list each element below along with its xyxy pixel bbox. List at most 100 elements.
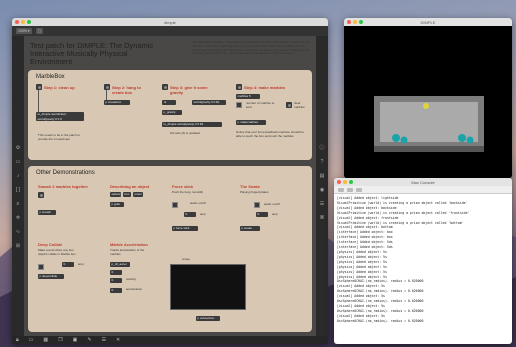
velocity-label: velocity (126, 277, 137, 281)
todimple-gravity-object[interactable]: to_dimple world/gravity 0 0 $1 (162, 122, 222, 127)
describe-title: Describing an object (110, 184, 150, 189)
marble (392, 134, 400, 142)
patcher-window: dimple 100% ▾ ▢ ⚙ ▭ ♪ [ ] ≡ ✲ ∿ ⊞ ⓘ ? ▤ … (12, 18, 328, 344)
force-stick-object[interactable]: p force stick (172, 226, 198, 231)
left-sidebar: ⚙ ▭ ♪ [ ] ≡ ✲ ∿ ⊞ (12, 36, 24, 336)
snowflake-icon[interactable]: ✲ (16, 216, 21, 221)
clear-console-button[interactable] (338, 187, 344, 192)
delete-icon[interactable]: ✕ (116, 336, 120, 344)
viewer-titlebar: DIMPLE (344, 18, 512, 26)
viewer-window: DIMPLE (344, 18, 512, 178)
bracket-icon[interactable]: [ ] (16, 188, 21, 193)
step2-label: Step 2: hang to create box (112, 85, 141, 95)
snake-object[interactable]: p snake (240, 226, 260, 231)
collide-amp-label: amp (78, 262, 84, 266)
format-icon[interactable]: ⌘ (320, 216, 325, 221)
snake-amp-number[interactable]: 0. (256, 212, 268, 217)
smash-object[interactable]: p smash (38, 210, 56, 215)
snake-audio-label: audio on/off (264, 202, 280, 206)
physics-scene[interactable] (344, 26, 512, 178)
grid-icon[interactable]: ⊞ (16, 244, 21, 249)
console-window: Max Console [visual] Added object: light… (334, 178, 512, 344)
console-log: [visual] Added object: lightside VisualPr… (334, 194, 512, 326)
marble (458, 134, 466, 142)
gravity-message[interactable]: world/gravity 0 0 $1 (192, 100, 226, 105)
describe-sub-object[interactable]: p grab (110, 202, 124, 207)
grid-icon[interactable]: ▦ (43, 336, 48, 344)
viewer-window-title: DIMPLE (420, 19, 436, 25)
step2-bang[interactable] (104, 84, 110, 90)
subsection-object[interactable]: p subsection (196, 316, 220, 321)
clear-marbles-bang[interactable] (286, 102, 292, 108)
snake-note: Playing hinged plates (240, 190, 269, 194)
lock-icon[interactable]: 🔒︎ (16, 336, 19, 344)
accel-ctl-object[interactable]: p_ctl_accel (110, 262, 130, 267)
feedback-note: Notice that your force-feedback interfac… (236, 130, 304, 138)
step4-bang[interactable] (236, 84, 242, 90)
other-demos-heading: Other Demonstrations (36, 170, 95, 176)
acceleration-scope (170, 264, 246, 310)
force-audio-label: audio on/off (190, 201, 206, 205)
presentation-icon[interactable]: ▭ (29, 336, 34, 344)
scope-label: scope (182, 257, 191, 261)
patcher-canvas[interactable]: Test patch for DIMPLE: The Dynamic Inter… (24, 36, 316, 336)
smash-bang[interactable] (38, 192, 44, 198)
console-line: OscSphereOCHAI.(no_radius). radius = 0.0… (337, 318, 424, 323)
step3-label: Step 3: give it some gravity (170, 85, 208, 95)
accel-value-2[interactable]: 0. (110, 278, 122, 283)
wave-icon[interactable]: ∿ (16, 230, 21, 235)
force-amp-number[interactable]: 0. (184, 212, 196, 217)
help-icon[interactable]: ? (320, 160, 325, 165)
patch-info: Jun 2014 Brad Bolliger - Translated from… (192, 40, 310, 56)
zoom-select[interactable]: 100% ▾ (16, 28, 32, 34)
force-note: Push the busy monolith (172, 190, 204, 194)
marbles-message[interactable]: marbles 5 (236, 94, 260, 99)
accel-value-3[interactable]: 0. (110, 288, 122, 293)
image-icon[interactable]: ▣ (73, 336, 78, 344)
force-audio-toggle[interactable] (172, 202, 178, 208)
describe-box[interactable]: box (123, 192, 131, 197)
options-button[interactable] (356, 187, 362, 192)
console-window-title: Max Console (411, 179, 435, 185)
right-sidebar: ⓘ ? ▤ ◉ ☰ ⌘ (316, 36, 328, 336)
info-icon[interactable]: ⓘ (320, 146, 325, 151)
marblebox-heading: MarbleBox (36, 74, 65, 80)
filter-button[interactable] (347, 187, 353, 192)
step1-label: Step 1: clean up (44, 85, 75, 90)
snake-audio-toggle[interactable] (254, 202, 260, 208)
camera-icon[interactable]: ◉ (320, 188, 325, 193)
list-icon[interactable]: ☰ (102, 336, 106, 344)
deepcollide-object[interactable]: p deepcollide (38, 274, 64, 279)
step1-bang[interactable] (36, 84, 42, 90)
music-icon[interactable]: ♪ (16, 174, 21, 179)
list-icon[interactable]: ☰ (320, 202, 325, 207)
accel-title: Marble Acceleration (110, 242, 148, 247)
gravity-note: 3rd axis (Z) is updated (170, 131, 200, 135)
clear-object[interactable]: to_dimple world/clear; world/gravity 0 0… (36, 112, 84, 121)
gravity-select-object[interactable]: p_gravity (162, 110, 182, 115)
marbles-toggle[interactable] (236, 102, 242, 108)
gear-icon[interactable]: ⚙ (16, 146, 21, 151)
inspector-icon[interactable]: ▤ (320, 174, 325, 179)
patcher-toolbar: 100% ▾ ▢ (12, 26, 328, 36)
collide-amp-number[interactable]: 0. (62, 262, 74, 267)
accel-value-1[interactable]: 0. (110, 270, 122, 275)
copy-icon[interactable]: ❐ (58, 336, 62, 344)
wrench-icon[interactable]: ✎ (87, 336, 91, 344)
makemarbles-object[interactable]: p makemarbles (236, 120, 266, 125)
snake-amp-label: amp (272, 212, 278, 216)
step4-label: Step 4: make marbles (244, 85, 286, 90)
step3-bang[interactable] (162, 84, 168, 90)
gravity-number[interactable]: -9. (162, 100, 176, 105)
describe-prism[interactable]: prism (133, 192, 143, 197)
smash-title: Smash 2 marbles together (38, 184, 89, 189)
collide-toggle[interactable] (38, 264, 44, 270)
lock-icon[interactable]: ▢ (35, 28, 43, 34)
sliders-icon[interactable]: ≡ (16, 202, 21, 207)
snake-title: The Snake (240, 184, 261, 189)
collide-title: Deep Collide (38, 242, 63, 247)
object-icon[interactable]: ▭ (16, 160, 21, 165)
createbox-object[interactable]: p createbox (104, 100, 130, 105)
force-title: Force stick (172, 184, 194, 189)
describe-sphere[interactable]: sphere (110, 192, 121, 197)
